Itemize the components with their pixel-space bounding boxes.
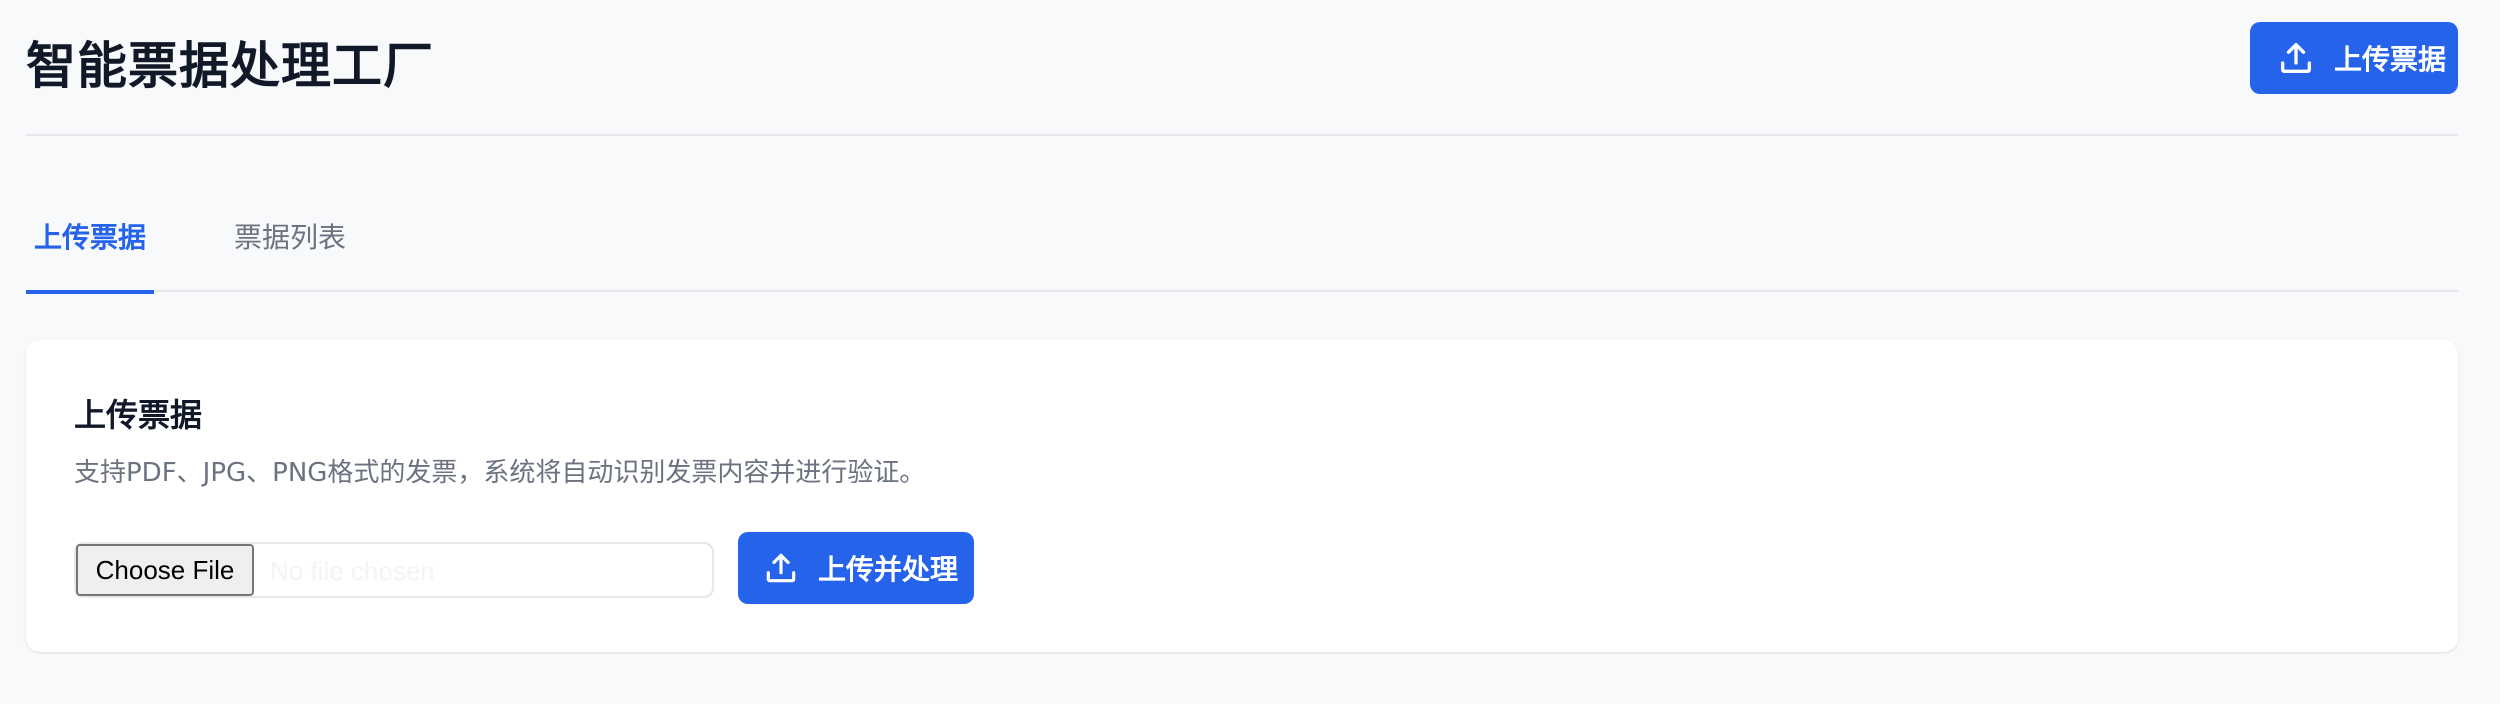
tab-bar: 上传票据 票据列表 [26,180,2458,294]
page-title: 智能票据处理工厂 [26,37,434,95]
tab-upload[interactable]: 上传票据 [26,180,154,294]
file-status-text: No file chosen [270,556,435,586]
upload-card: 上传票据 支持PDF、JPG、PNG格式的发票，系统将自动识别发票内容并进行验证… [26,340,2458,652]
file-input[interactable]: Choose File No file chosen [74,542,714,598]
upload-icon [2281,43,2311,74]
header-upload-label: 上传票据 [2334,43,2447,76]
upload-and-process-button[interactable]: 上传并处理 [738,532,974,604]
choose-file-button[interactable]: Choose File [76,544,254,596]
header-upload-button[interactable]: 上传票据 [2250,22,2458,94]
page: 智能票据处理工厂 上传票据 上传票据 票据列表 上传票据 支持PDF、JPG、P… [0,0,2500,704]
upload-icon [766,553,796,583]
card-description: 支持PDF、JPG、PNG格式的发票，系统将自动识别发票内容并进行验证。 [74,458,926,488]
upload-and-process-label: 上传并处理 [818,553,959,586]
tab-invoice-list[interactable]: 票据列表 [226,180,354,292]
header: 智能票据处理工厂 上传票据 [26,0,2458,136]
card-title: 上传票据 [74,396,203,434]
